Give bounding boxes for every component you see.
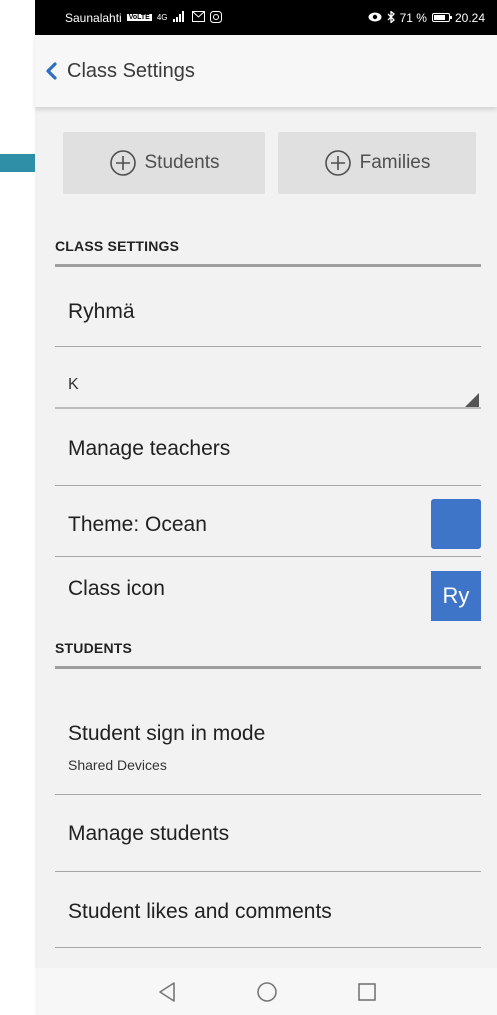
- class-icon-label: Class icon: [68, 577, 165, 600]
- add-students-button[interactable]: Students: [63, 132, 265, 194]
- volte-badge: VoLTE: [126, 14, 152, 21]
- chevron-left-icon[interactable]: [42, 61, 62, 81]
- back-nav-icon[interactable]: [157, 981, 177, 1003]
- sign-in-mode-value: Shared Devices: [68, 757, 167, 773]
- clock: 20.24: [454, 10, 485, 25]
- grade-select-value: K: [68, 376, 79, 393]
- status-bar: Saunalahti VoLTE 4G 71 % 20.24: [35, 0, 497, 35]
- phone-screen: Saunalahti VoLTE 4G 71 % 20.24 Class Set…: [35, 0, 497, 1015]
- app-header: Class Settings: [35, 35, 497, 107]
- dropdown-arrow-icon: [465, 393, 479, 407]
- sign-in-mode-row[interactable]: Student sign in mode: [55, 668, 481, 794]
- system-nav-bar: [35, 968, 497, 1015]
- add-students-label: Students: [144, 152, 220, 173]
- battery-percent: 71 %: [399, 10, 427, 25]
- eye-icon: [368, 12, 382, 24]
- battery-icon: [431, 13, 452, 22]
- manage-teachers-row[interactable]: Manage teachers: [55, 409, 481, 485]
- carrier-name: Saunalahti: [65, 10, 122, 25]
- add-families-button[interactable]: Families: [278, 132, 476, 194]
- add-circle-icon: [109, 150, 136, 176]
- class-name-label: Ryhmä: [68, 300, 135, 323]
- bluetooth-icon: [387, 9, 395, 25]
- grade-select[interactable]: [55, 347, 481, 409]
- class-icon-badge[interactable]: Ry: [431, 571, 481, 621]
- class-icon-row[interactable]: Class icon: [55, 557, 481, 627]
- manage-students-row[interactable]: Manage students: [55, 795, 481, 871]
- theme-row[interactable]: Theme: Ocean: [55, 486, 481, 556]
- class-settings-header: CLASS SETTINGS: [55, 238, 180, 254]
- divider: [55, 947, 481, 948]
- signal-icon: [172, 11, 187, 24]
- mail-icon: [191, 11, 205, 24]
- theme-color-swatch[interactable]: [431, 499, 481, 549]
- manage-teachers-label: Manage teachers: [68, 437, 231, 460]
- likes-comments-row[interactable]: Student likes and comments: [55, 872, 481, 948]
- recents-nav-icon[interactable]: [357, 982, 377, 1002]
- class-name-row[interactable]: Ryhmä: [55, 266, 481, 346]
- home-nav-icon[interactable]: [256, 981, 278, 1003]
- instagram-icon: [209, 10, 222, 25]
- network-type: 4G: [156, 13, 168, 22]
- likes-comments-label: Student likes and comments: [68, 900, 332, 923]
- manage-students-label: Manage students: [68, 822, 230, 845]
- students-header: STUDENTS: [55, 640, 133, 656]
- sign-in-mode-label: Student sign in mode: [68, 722, 266, 745]
- page-title: Class Settings: [67, 59, 195, 82]
- add-families-label: Families: [359, 152, 431, 173]
- theme-label: Theme: Ocean: [68, 513, 207, 536]
- add-circle-icon: [324, 150, 351, 176]
